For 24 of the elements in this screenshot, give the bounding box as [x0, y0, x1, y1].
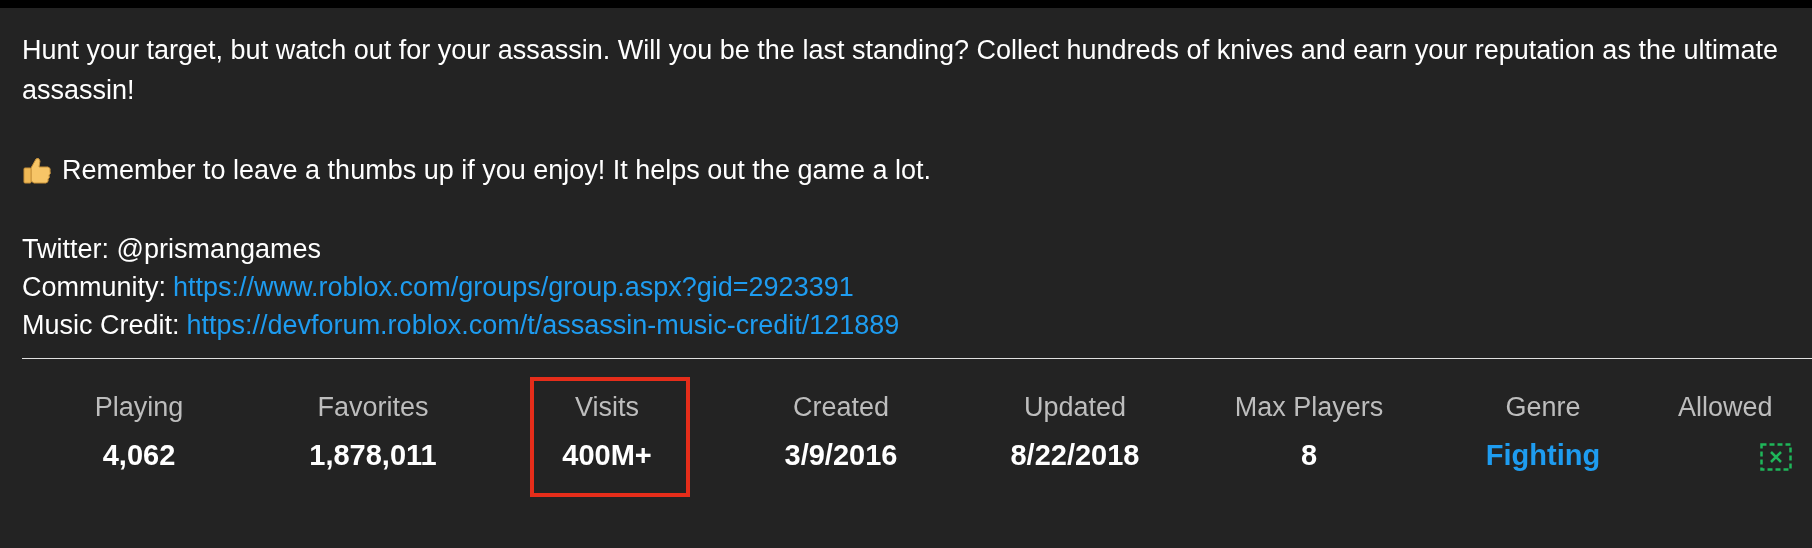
stat-value: 8 — [1300, 438, 1318, 473]
stat-label: Favorites — [317, 391, 429, 423]
stat-value: 8/22/2018 — [1010, 438, 1140, 473]
stat-label: Playing — [94, 391, 184, 423]
stat-value: 4,062 — [102, 438, 176, 473]
link-label: Community: — [22, 271, 167, 304]
stat-value: 1,878,011 — [309, 438, 437, 473]
twitter-text: Twitter: @prismangames — [22, 233, 322, 266]
genre-link[interactable]: Fighting — [1485, 437, 1601, 473]
tip-text: Remember to leave a thumbs up if you enjoy! It helps out the game a lot. — [62, 154, 931, 186]
stat-label: Allowed — [1678, 391, 1773, 423]
stat-label: Visits — [575, 391, 639, 423]
link-label: Music Credit: — [22, 309, 180, 342]
link[interactable]: https://www.roblox.com/groups/group.aspx?gid=2923391 — [173, 268, 854, 306]
stat-value: 3/9/2016 — [784, 438, 898, 473]
unavailable-icon — [1760, 443, 1792, 471]
stat-label: Created — [792, 391, 890, 423]
stat-label: Max Players — [1234, 391, 1384, 423]
stat-label: Genre — [1505, 391, 1581, 423]
stat-label: Updated — [1023, 391, 1127, 423]
link[interactable]: https://devforum.roblox.com/t/assassin-music-credit/121889 — [186, 306, 900, 344]
stat-value: 400M+ — [562, 438, 652, 473]
description-text: Hunt your target, but watch out for your assassin. Will you be the last standing? Collect hundreds of knives and earn your reputation as the ultimate assassin! — [22, 34, 1779, 107]
thumbs-up-icon — [22, 156, 52, 184]
